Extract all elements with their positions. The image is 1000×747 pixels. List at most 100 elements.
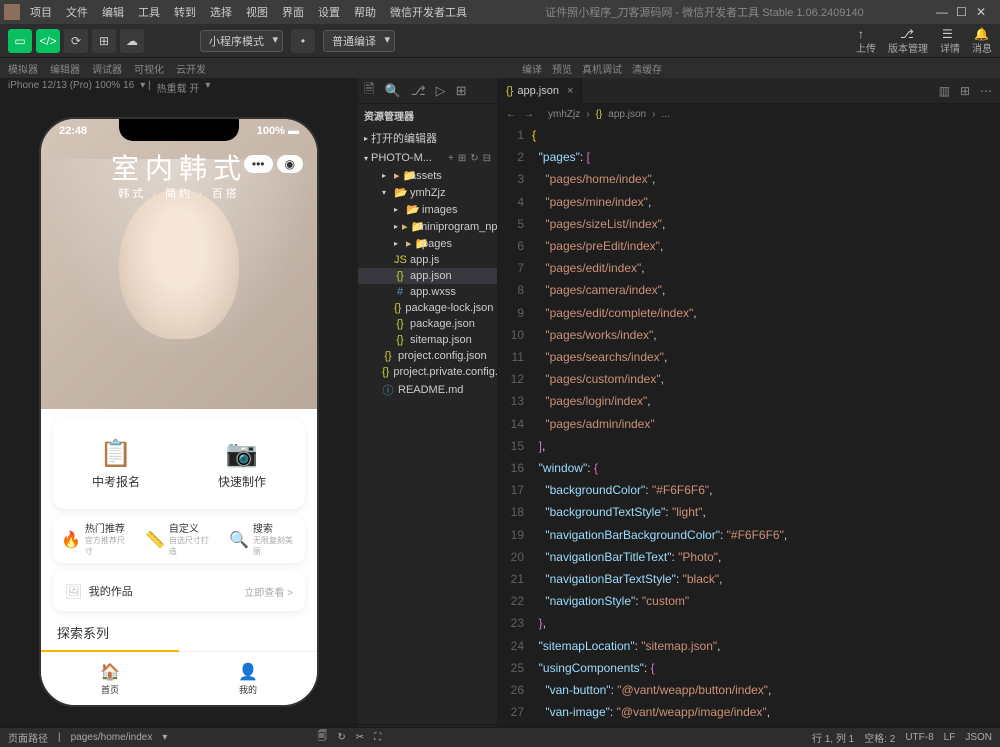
debugger-toggle-icon[interactable]: ⟳ [64,29,88,53]
menu-设置[interactable]: 设置 [312,2,346,22]
ext-tab-icon[interactable]: ⊞ [456,83,467,99]
tab-home[interactable]: 🏠首页 [41,652,179,705]
split-editor-icon[interactable]: ▥ [939,84,950,98]
menu-工具[interactable]: 工具 [132,2,166,22]
cut-icon[interactable]: ✂ [356,732,364,743]
menu-文件[interactable]: 文件 [60,2,94,22]
maximize-button[interactable]: ☐ [956,5,968,19]
visual-toggle-icon[interactable]: ⊞ [92,29,116,53]
menu-界面[interactable]: 界面 [276,2,310,22]
cursor-position[interactable]: 行 1, 列 1 [812,730,854,745]
editor-toggle-icon[interactable]: </> [36,29,60,53]
quick-搜索[interactable]: 🔍搜索无限复刻美丽 [221,524,305,557]
file-pages[interactable]: ▸▸ 📁pages [358,235,497,252]
action-预览[interactable]: 预览 [552,61,572,76]
project-section[interactable]: ▾PHOTO-M... +⊞↻⊟ [358,149,497,167]
file-project.config.json[interactable]: {}project.config.json [358,348,497,364]
secondary-actions-card: 🔥热门推荐官方推荐尺寸📏自定义自选尺寸打造🔍搜索无限复刻美丽 [53,517,305,563]
file-images[interactable]: ▸📂images [358,201,497,218]
toolbar-label: 编辑器 [50,65,80,76]
action-清缓存[interactable]: 清缓存 [632,61,662,76]
menu-微信开发者工具[interactable]: 微信开发者工具 [384,2,473,22]
mode-select[interactable]: 小程序模式 [200,30,283,52]
file-assets[interactable]: ▸▸ 📁assets [358,167,497,184]
file-README.md[interactable]: ⓘREADME.md [358,380,497,400]
minimize-button[interactable]: — [936,5,948,19]
toolbar-label: 云开发 [176,65,206,76]
simulator-panel: iPhone 12/13 (Pro) 100% 16 ▾ | 热重载 开 ▾ 2… [0,78,358,747]
hero-subtitle: 韩式 · 简约 · 百搭 [41,185,317,201]
window-title: 证件照小程序_刀客源码网 - 微信开发者工具 Stable 1.06.24091… [473,4,936,20]
file-app.js[interactable]: JSapp.js [358,252,497,268]
encoding[interactable]: UTF-8 [905,732,933,743]
toolbar-上传[interactable]: ↑上传 [856,27,876,55]
eol[interactable]: LF [944,732,956,743]
new-file-icon[interactable]: + [448,153,454,164]
git-tab-icon[interactable]: ⎇ [411,83,426,99]
file-app.json[interactable]: {}app.json [358,268,497,284]
indent-setting[interactable]: 空格: 2 [864,730,895,745]
capsule-menu-icon[interactable]: ••• [244,155,273,173]
window-controls: — ☐ ✕ [936,5,996,19]
file-package.json[interactable]: {}package.json [358,316,497,332]
phone-battery: 100% ▬ [257,125,299,137]
nav-back-icon[interactable]: ← [506,109,516,120]
close-button[interactable]: ✕ [976,5,988,19]
menu-编辑[interactable]: 编辑 [96,2,130,22]
hero-banner: 室内韩式 韩式 · 简约 · 百搭 ••• ◉ [41,119,317,409]
action-真机调试[interactable]: 真机调试 [582,61,622,76]
simulator-toggle-icon[interactable]: ▭ [8,29,32,53]
action-编译[interactable]: 编译 [522,61,542,76]
mode-action-icon[interactable]: • [291,29,315,53]
close-tab-icon[interactable]: × [567,85,573,97]
explorer-tab-icon[interactable]: 🗎 [364,80,374,102]
editor-tab-appjson[interactable]: {} app.json × [498,78,582,104]
quick-热门推荐[interactable]: 🔥热门推荐官方推荐尺寸 [53,524,137,557]
editor-tabs: {} app.json × ▥ ⊞ ⋯ [498,78,1000,104]
file-app.wxss[interactable]: #app.wxss [358,284,497,300]
toolbar-详情[interactable]: ☰详情 [940,27,960,55]
action-quick-make[interactable]: 📷快速制作 [179,419,305,509]
phone-notch [119,119,239,141]
search-tab-icon[interactable]: 🔍 [384,83,400,99]
toolbar-版本管理[interactable]: ⎇版本管理 [888,27,928,55]
language-mode[interactable]: JSON [965,732,992,743]
device-label[interactable]: iPhone 12/13 (Pro) 100% 16 [8,80,134,95]
menu-项目[interactable]: 项目 [24,2,58,22]
refresh-icon[interactable]: ↻ [470,153,478,164]
compile-select[interactable]: 普通编译 [323,30,395,52]
tab-mine[interactable]: 👤我的 [179,652,317,705]
menu-转到[interactable]: 转到 [168,2,202,22]
toolbar-label: 调试器 [92,65,122,76]
code-area[interactable]: 1234567891011121314151617181920212223242… [498,124,1000,747]
fullscreen-icon[interactable]: ⛶ [374,732,381,743]
more-icon[interactable]: ⋯ [980,84,992,98]
hot-reload-label[interactable]: 热重载 开 [157,80,200,95]
copy-icon[interactable]: 🗐 [317,729,327,746]
page-path[interactable]: pages/home/index [71,732,153,743]
format-icon[interactable]: ⊞ [960,84,970,98]
explore-heading: 探索系列 [57,623,109,642]
debug-tab-icon[interactable]: ▷ [436,83,446,99]
cloud-toggle-icon[interactable]: ☁ [120,29,144,53]
file-miniprogram_npm[interactable]: ▸▸ 📁miniprogram_npm [358,218,497,235]
action-exam-signup[interactable]: 📋中考报名 [53,419,179,509]
capsule-close-icon[interactable]: ◉ [277,155,303,173]
nav-fwd-icon[interactable]: → [524,109,534,120]
toolbar-消息[interactable]: 🔔消息 [972,27,992,55]
quick-自定义[interactable]: 📏自定义自选尺寸打造 [137,524,221,557]
reload-sim-icon[interactable]: ↻ [337,732,345,743]
new-folder-icon[interactable]: ⊞ [458,153,466,164]
menu-选择[interactable]: 选择 [204,2,238,22]
file-package-lock.json[interactable]: {}package-lock.json [358,300,497,316]
open-editors-section[interactable]: ▸打开的编辑器 [358,127,497,149]
status-bar: 页面路径 | pages/home/index ▾ 🗐 ↻ ✂ ⛶ 行 1, 列… [0,727,1000,747]
my-works-card[interactable]: 🖼 我的作品 立即查看 > [53,571,305,611]
menu-帮助[interactable]: 帮助 [348,2,382,22]
file-sitemap.json[interactable]: {}sitemap.json [358,332,497,348]
menu-视图[interactable]: 视图 [240,2,274,22]
file-project.private.config.js...[interactable]: {}project.private.config.js... [358,364,497,380]
file-ymhZjz[interactable]: ▾📂ymhZjz [358,184,497,201]
phone-simulator[interactable]: 22:48 100% ▬ 室内韩式 韩式 · 简约 · 百搭 ••• ◉ 📋中考… [39,117,319,707]
collapse-icon[interactable]: ⊟ [483,153,491,164]
